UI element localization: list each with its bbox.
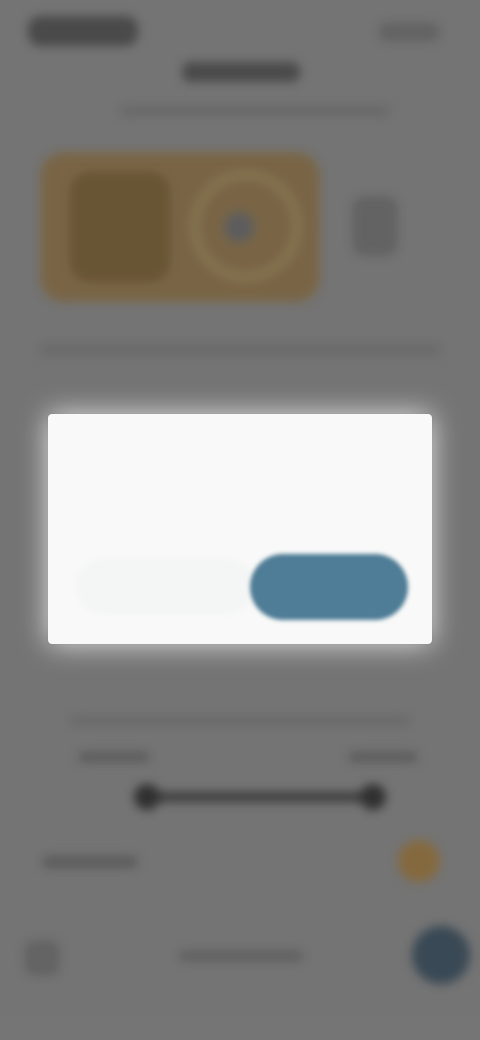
confirmation-dialog bbox=[48, 414, 432, 644]
app-screen bbox=[0, 0, 480, 1040]
cancel-button[interactable] bbox=[76, 558, 254, 614]
confirm-button[interactable] bbox=[250, 554, 408, 620]
